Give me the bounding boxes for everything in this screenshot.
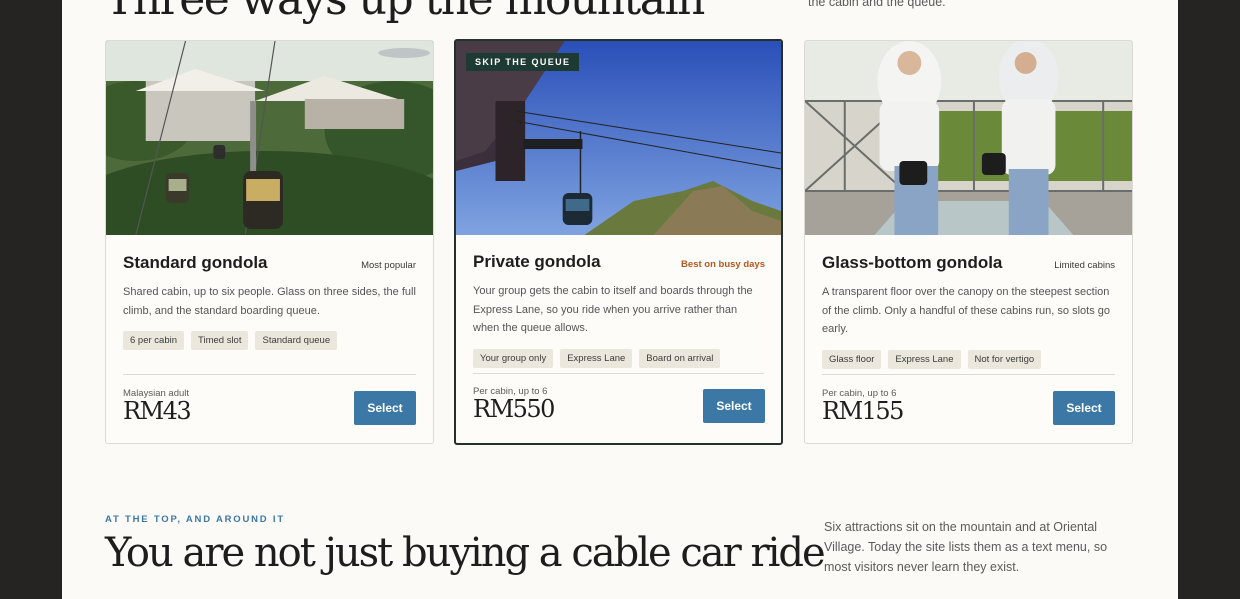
standard-gondola-photo — [106, 41, 433, 235]
select-private-button[interactable]: Select — [703, 389, 765, 423]
feature-chip: 6 per cabin — [123, 331, 185, 350]
feature-chip: Your group only — [473, 348, 554, 368]
price: RM43 — [123, 397, 192, 425]
price: RM550 — [473, 395, 555, 423]
select-standard-button[interactable]: Select — [354, 391, 416, 425]
card-tag: Most popular — [361, 260, 416, 271]
divider — [123, 374, 416, 375]
section-eyebrow: AT THE TOP, AND AROUND IT — [105, 514, 285, 525]
feature-chip: Glass floor — [822, 349, 882, 369]
section-title-ways: Three ways up the mountain — [105, 0, 705, 25]
card-description: A transparent floor over the canopy on t… — [822, 286, 1110, 335]
ticket-card-standard: Standard gondola Most popular Shared cab… — [105, 40, 434, 444]
card-tag: Limited cabins — [1054, 260, 1115, 271]
divider — [473, 373, 764, 374]
feature-chip: Express Lane — [888, 349, 961, 369]
feature-chip: Timed slot — [191, 331, 249, 350]
ticket-card-glass-bottom: Glass-bottom gondola Limited cabins A tr… — [804, 40, 1133, 444]
card-title: Standard gondola — [123, 253, 268, 272]
ticket-card-private: SKIP THE QUEUE Private gondola Best on b… — [454, 39, 783, 445]
card-tag: Best on busy days — [681, 259, 765, 270]
section-title-attractions: You are not just buying a cable car ride — [105, 530, 826, 576]
feature-chip: Express Lane — [560, 348, 633, 368]
price: RM155 — [822, 397, 904, 425]
feature-chip: Board on arrival — [639, 348, 721, 368]
glass-bottom-gondola-photo — [805, 41, 1132, 235]
card-features: Your group only Express Lane Board on ar… — [473, 348, 765, 368]
section-intro-text: the cabin and the queue. — [808, 0, 946, 9]
section-description: Six attractions sit on the mountain and … — [824, 520, 1108, 574]
skip-queue-badge: SKIP THE QUEUE — [466, 53, 580, 71]
page: Three ways up the mountain the cabin and… — [62, 0, 1178, 599]
card-features: Glass floor Express Lane Not for vertigo — [822, 349, 1115, 369]
feature-chip: Standard queue — [255, 331, 338, 350]
select-glass-bottom-button[interactable]: Select — [1053, 391, 1115, 425]
divider — [822, 374, 1115, 375]
card-title: Private gondola — [473, 252, 601, 271]
card-title: Glass-bottom gondola — [822, 253, 1003, 272]
feature-chip: Not for vertigo — [967, 349, 1042, 369]
card-description: Your group gets the cabin to itself and … — [473, 285, 753, 334]
card-description: Shared cabin, up to six people. Glass on… — [123, 286, 416, 317]
card-features: 6 per cabin Timed slot Standard queue — [123, 331, 416, 350]
